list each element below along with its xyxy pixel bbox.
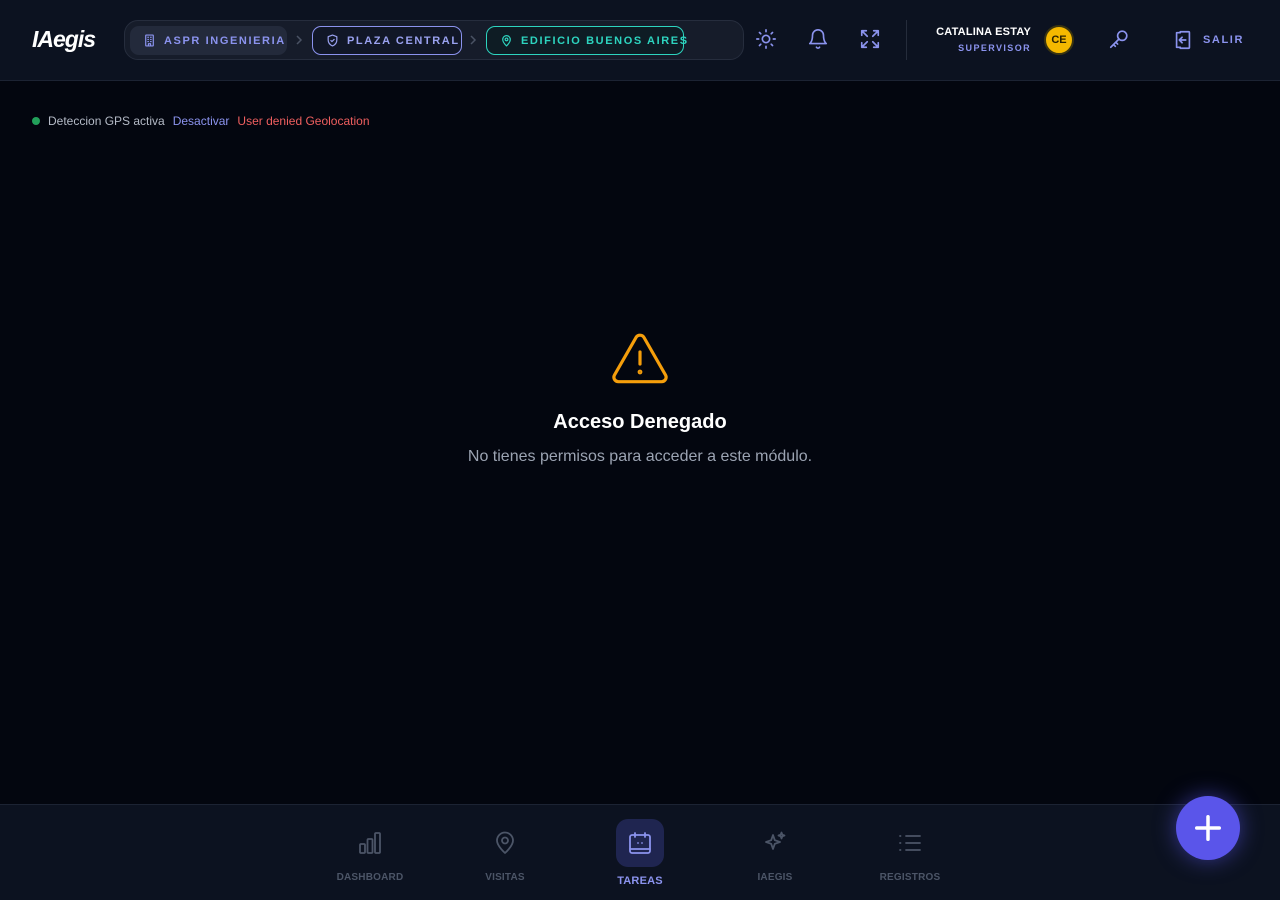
sun-icon [756,29,776,49]
calendar-icon [629,832,651,854]
nav-item-label: VISITAS [485,872,525,883]
fullscreen-button[interactable] [859,28,881,50]
app-logo[interactable]: IAegis [32,26,96,53]
nav-item-dashboard[interactable]: DASHBOARD [315,805,425,900]
logout-button[interactable]: SALIR [1172,29,1244,51]
avatar[interactable]: CE [1044,25,1074,55]
user-name: CATALINA ESTAY [936,26,1031,38]
nav-item-iaegis[interactable]: IAEGIS [720,805,830,900]
change-password-button[interactable] [1108,28,1130,50]
nav-item-visitas[interactable]: VISITAS [450,805,560,900]
list-icon [899,835,921,851]
breadcrumb-label: PLAZA CENTRAL [347,34,460,47]
nav-item-label: DASHBOARD [336,872,404,883]
gps-error-text: User denied Geolocation [237,114,370,128]
chevron-right-icon [470,35,477,45]
nav-item-label: REGISTROS [879,872,941,883]
bell-icon [808,29,828,49]
breadcrumb-site[interactable]: PLAZA CENTRAL [312,26,462,55]
gps-deactivate-link[interactable]: Desactivar [173,114,230,128]
breadcrumb-company[interactable]: ASPR INGENIERIA [130,26,287,55]
bar-chart-icon [359,832,381,854]
add-button[interactable] [1176,796,1240,860]
shield-icon [327,34,338,47]
sparkles-icon [765,831,786,850]
nav-item-label: TAREAS [617,875,663,887]
page-title: Acceso Denegado [553,411,727,433]
bottom-navigation: DASHBOARD VISITAS TAREAS IAEGIS REGISTRO… [0,804,1280,900]
top-header: IAegis ASPR INGENIERIA PLAZA CENTRAL EDI… [0,0,1280,81]
chevron-right-icon [296,35,303,45]
map-pin-icon [502,35,511,47]
breadcrumb-label: EDIFICIO BUENOS AIRES [521,34,689,47]
nav-item-tareas[interactable]: TAREAS [585,805,695,900]
nav-item-label: IAEGIS [757,872,793,883]
plus-icon [1195,815,1221,841]
theme-toggle-button[interactable] [755,28,777,50]
key-icon [1109,30,1128,49]
breadcrumb-label: ASPR INGENIERIA [164,34,286,47]
logout-icon [1175,30,1191,50]
user-role: SUPERVISOR [958,43,1031,53]
notifications-button[interactable] [807,28,829,50]
gps-status-bar: Deteccion GPS activa Desactivar User den… [32,113,370,129]
breadcrumb-building[interactable]: EDIFICIO BUENOS AIRES [486,26,687,55]
gps-status-dot [32,117,40,125]
breadcrumb: ASPR INGENIERIA PLAZA CENTRAL EDIFICIO B… [124,20,744,60]
gps-status-text: Deteccion GPS activa [48,114,165,128]
logout-label: SALIR [1203,34,1244,46]
map-pin-icon [496,831,514,854]
nav-item-registros[interactable]: REGISTROS [855,805,965,900]
expand-icon [860,29,880,49]
building-icon [145,34,154,47]
access-denied-message: No tienes permisos para acceder a este m… [467,448,813,465]
warning-icon [612,333,668,384]
